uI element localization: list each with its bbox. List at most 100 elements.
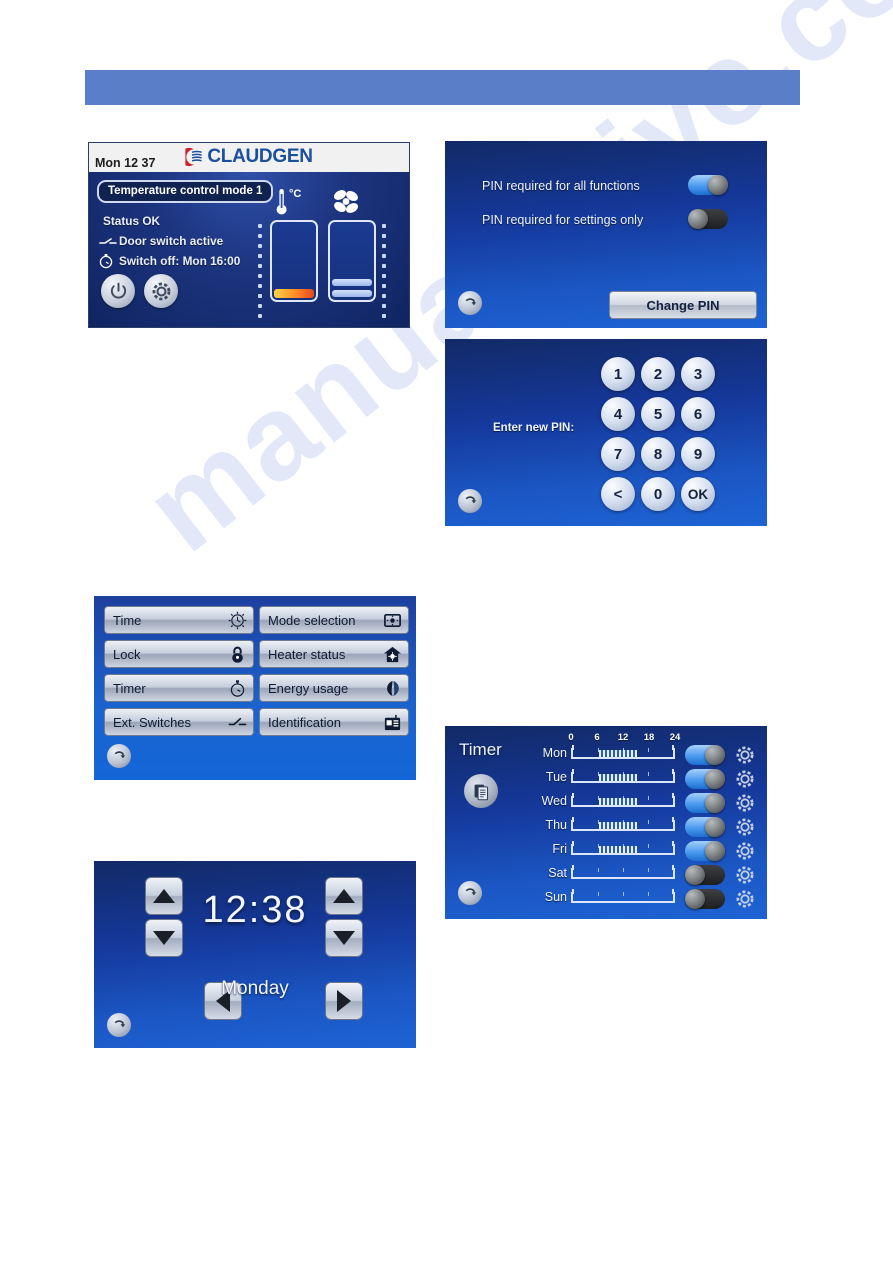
timer-bar-end-cap	[672, 745, 674, 750]
timer-day-gear-icon[interactable]	[735, 841, 755, 861]
timer-bar-tick	[648, 844, 649, 848]
menu-item-label: Mode selection	[268, 612, 356, 628]
mode-display-icon	[384, 613, 401, 627]
switch-icon	[99, 238, 117, 244]
timer-day-toggle[interactable]	[685, 769, 725, 789]
timer-bar-tick	[648, 892, 649, 896]
timer-day-bar[interactable]	[571, 865, 675, 879]
timer-day-bar[interactable]	[571, 889, 675, 903]
back-button[interactable]	[458, 291, 482, 315]
fan-gauge[interactable]	[328, 220, 376, 302]
timer-day-bar[interactable]	[571, 769, 675, 783]
timer-day-toggle[interactable]	[685, 817, 725, 837]
menu-item-identification[interactable]: Identification	[259, 708, 409, 736]
status-body: Temperature control mode 1 Status OK Doo…	[89, 172, 409, 327]
pin-settings-only-label: PIN required for settings only	[482, 213, 644, 227]
menu-item-timer[interactable]: Timer	[104, 674, 254, 702]
toggle-knob	[685, 889, 705, 909]
menu-item-lock[interactable]: Lock	[104, 640, 254, 668]
timer-bar-end-cap	[672, 889, 674, 894]
timer-bar-tick	[648, 772, 649, 776]
timer-day-label: Mon	[542, 746, 567, 760]
page-header-band	[85, 70, 800, 105]
timer-day-label: Tue	[545, 770, 567, 784]
minute-down-button[interactable]	[325, 919, 363, 957]
temperature-gauge[interactable]	[270, 220, 318, 302]
day-next-button[interactable]	[325, 982, 363, 1020]
timer-day-gear-icon[interactable]	[735, 865, 755, 885]
keypad-key-1[interactable]: 1	[601, 357, 635, 391]
change-pin-button[interactable]: Change PIN	[609, 291, 757, 319]
enter-pin-screen: Enter new PIN: 1 2 3 4 5 6 7 8 9 < 0 OK	[445, 339, 767, 526]
timer-bar-end-cap	[672, 769, 674, 774]
menu-item-ext-switches[interactable]: Ext. Switches	[104, 708, 254, 736]
keypad-key-backspace[interactable]: <	[601, 477, 635, 511]
weekday-display: Monday	[221, 978, 289, 999]
pin-all-functions-toggle[interactable]	[688, 175, 728, 195]
timer-day-toggle[interactable]	[685, 745, 725, 765]
unit-label: °C	[289, 188, 302, 200]
status-clock: Mon 12 37	[95, 156, 156, 170]
door-switch-text: Door switch active	[119, 234, 224, 248]
timer-day-row: Fri	[445, 840, 767, 861]
minute-up-button[interactable]	[325, 877, 363, 915]
gauge-scale-right	[382, 224, 386, 324]
settings-button[interactable]	[144, 274, 178, 308]
back-icon	[114, 751, 126, 759]
timer-bar-end-cap	[672, 817, 674, 822]
timer-bar-active-range	[599, 798, 637, 805]
timer-bar-end-cap	[572, 793, 574, 798]
leaf-icon	[387, 680, 399, 696]
power-button[interactable]	[101, 274, 135, 308]
keypad-key-8[interactable]: 8	[641, 437, 675, 471]
brand-name: CLAUDGEN	[207, 146, 313, 167]
timer-day-toggle[interactable]	[685, 889, 725, 909]
timer-day-label: Wed	[541, 794, 567, 808]
back-button[interactable]	[458, 489, 482, 513]
claudgen-mark-icon	[185, 147, 202, 167]
keypad-key-ok[interactable]: OK	[681, 477, 715, 511]
settings-menu-screen: Time Lock Timer Ext. Switches Mode selec…	[94, 596, 416, 780]
back-button[interactable]	[107, 744, 131, 768]
timer-bar-tick	[598, 868, 599, 872]
timer-bar-tick	[598, 892, 599, 896]
timer-day-row: Tue	[445, 768, 767, 789]
timer-bar-end-cap	[672, 793, 674, 798]
timer-day-gear-icon[interactable]	[735, 889, 755, 909]
menu-item-heater-status[interactable]: Heater status	[259, 640, 409, 668]
keypad-key-2[interactable]: 2	[641, 357, 675, 391]
timer-day-bar[interactable]	[571, 841, 675, 855]
keypad-key-0[interactable]: 0	[641, 477, 675, 511]
menu-item-time[interactable]: Time	[104, 606, 254, 634]
keypad-key-5[interactable]: 5	[641, 397, 675, 431]
keypad-key-6[interactable]: 6	[681, 397, 715, 431]
timer-day-bar[interactable]	[571, 793, 675, 807]
toggle-knob	[705, 841, 725, 861]
timer-bar-tick	[623, 892, 624, 896]
house-heater-icon	[383, 646, 402, 662]
keypad-key-4[interactable]: 4	[601, 397, 635, 431]
timer-day-bar[interactable]	[571, 745, 675, 759]
menu-item-energy-usage[interactable]: Energy usage	[259, 674, 409, 702]
back-button[interactable]	[458, 881, 482, 905]
timer-day-toggle[interactable]	[685, 841, 725, 861]
keypad-key-9[interactable]: 9	[681, 437, 715, 471]
timer-day-toggle[interactable]	[685, 793, 725, 813]
timer-day-gear-icon[interactable]	[735, 817, 755, 837]
timer-day-label: Sat	[548, 866, 567, 880]
status-titlebar: Mon 12 37 CLAUDGEN	[89, 143, 409, 173]
mode-pill[interactable]: Temperature control mode 1	[97, 180, 274, 203]
keypad-key-7[interactable]: 7	[601, 437, 635, 471]
timer-day-toggle[interactable]	[685, 865, 725, 885]
timer-day-bar[interactable]	[571, 817, 675, 831]
timer-bar-tick	[648, 796, 649, 800]
back-button[interactable]	[107, 1013, 131, 1037]
toggle-knob	[705, 817, 725, 837]
menu-item-mode-selection[interactable]: Mode selection	[259, 606, 409, 634]
timer-day-gear-icon[interactable]	[735, 745, 755, 765]
timer-day-gear-icon[interactable]	[735, 769, 755, 789]
pin-settings-only-toggle[interactable]	[688, 209, 728, 229]
keypad-key-3[interactable]: 3	[681, 357, 715, 391]
timer-day-row: Wed	[445, 792, 767, 813]
timer-day-gear-icon[interactable]	[735, 793, 755, 813]
